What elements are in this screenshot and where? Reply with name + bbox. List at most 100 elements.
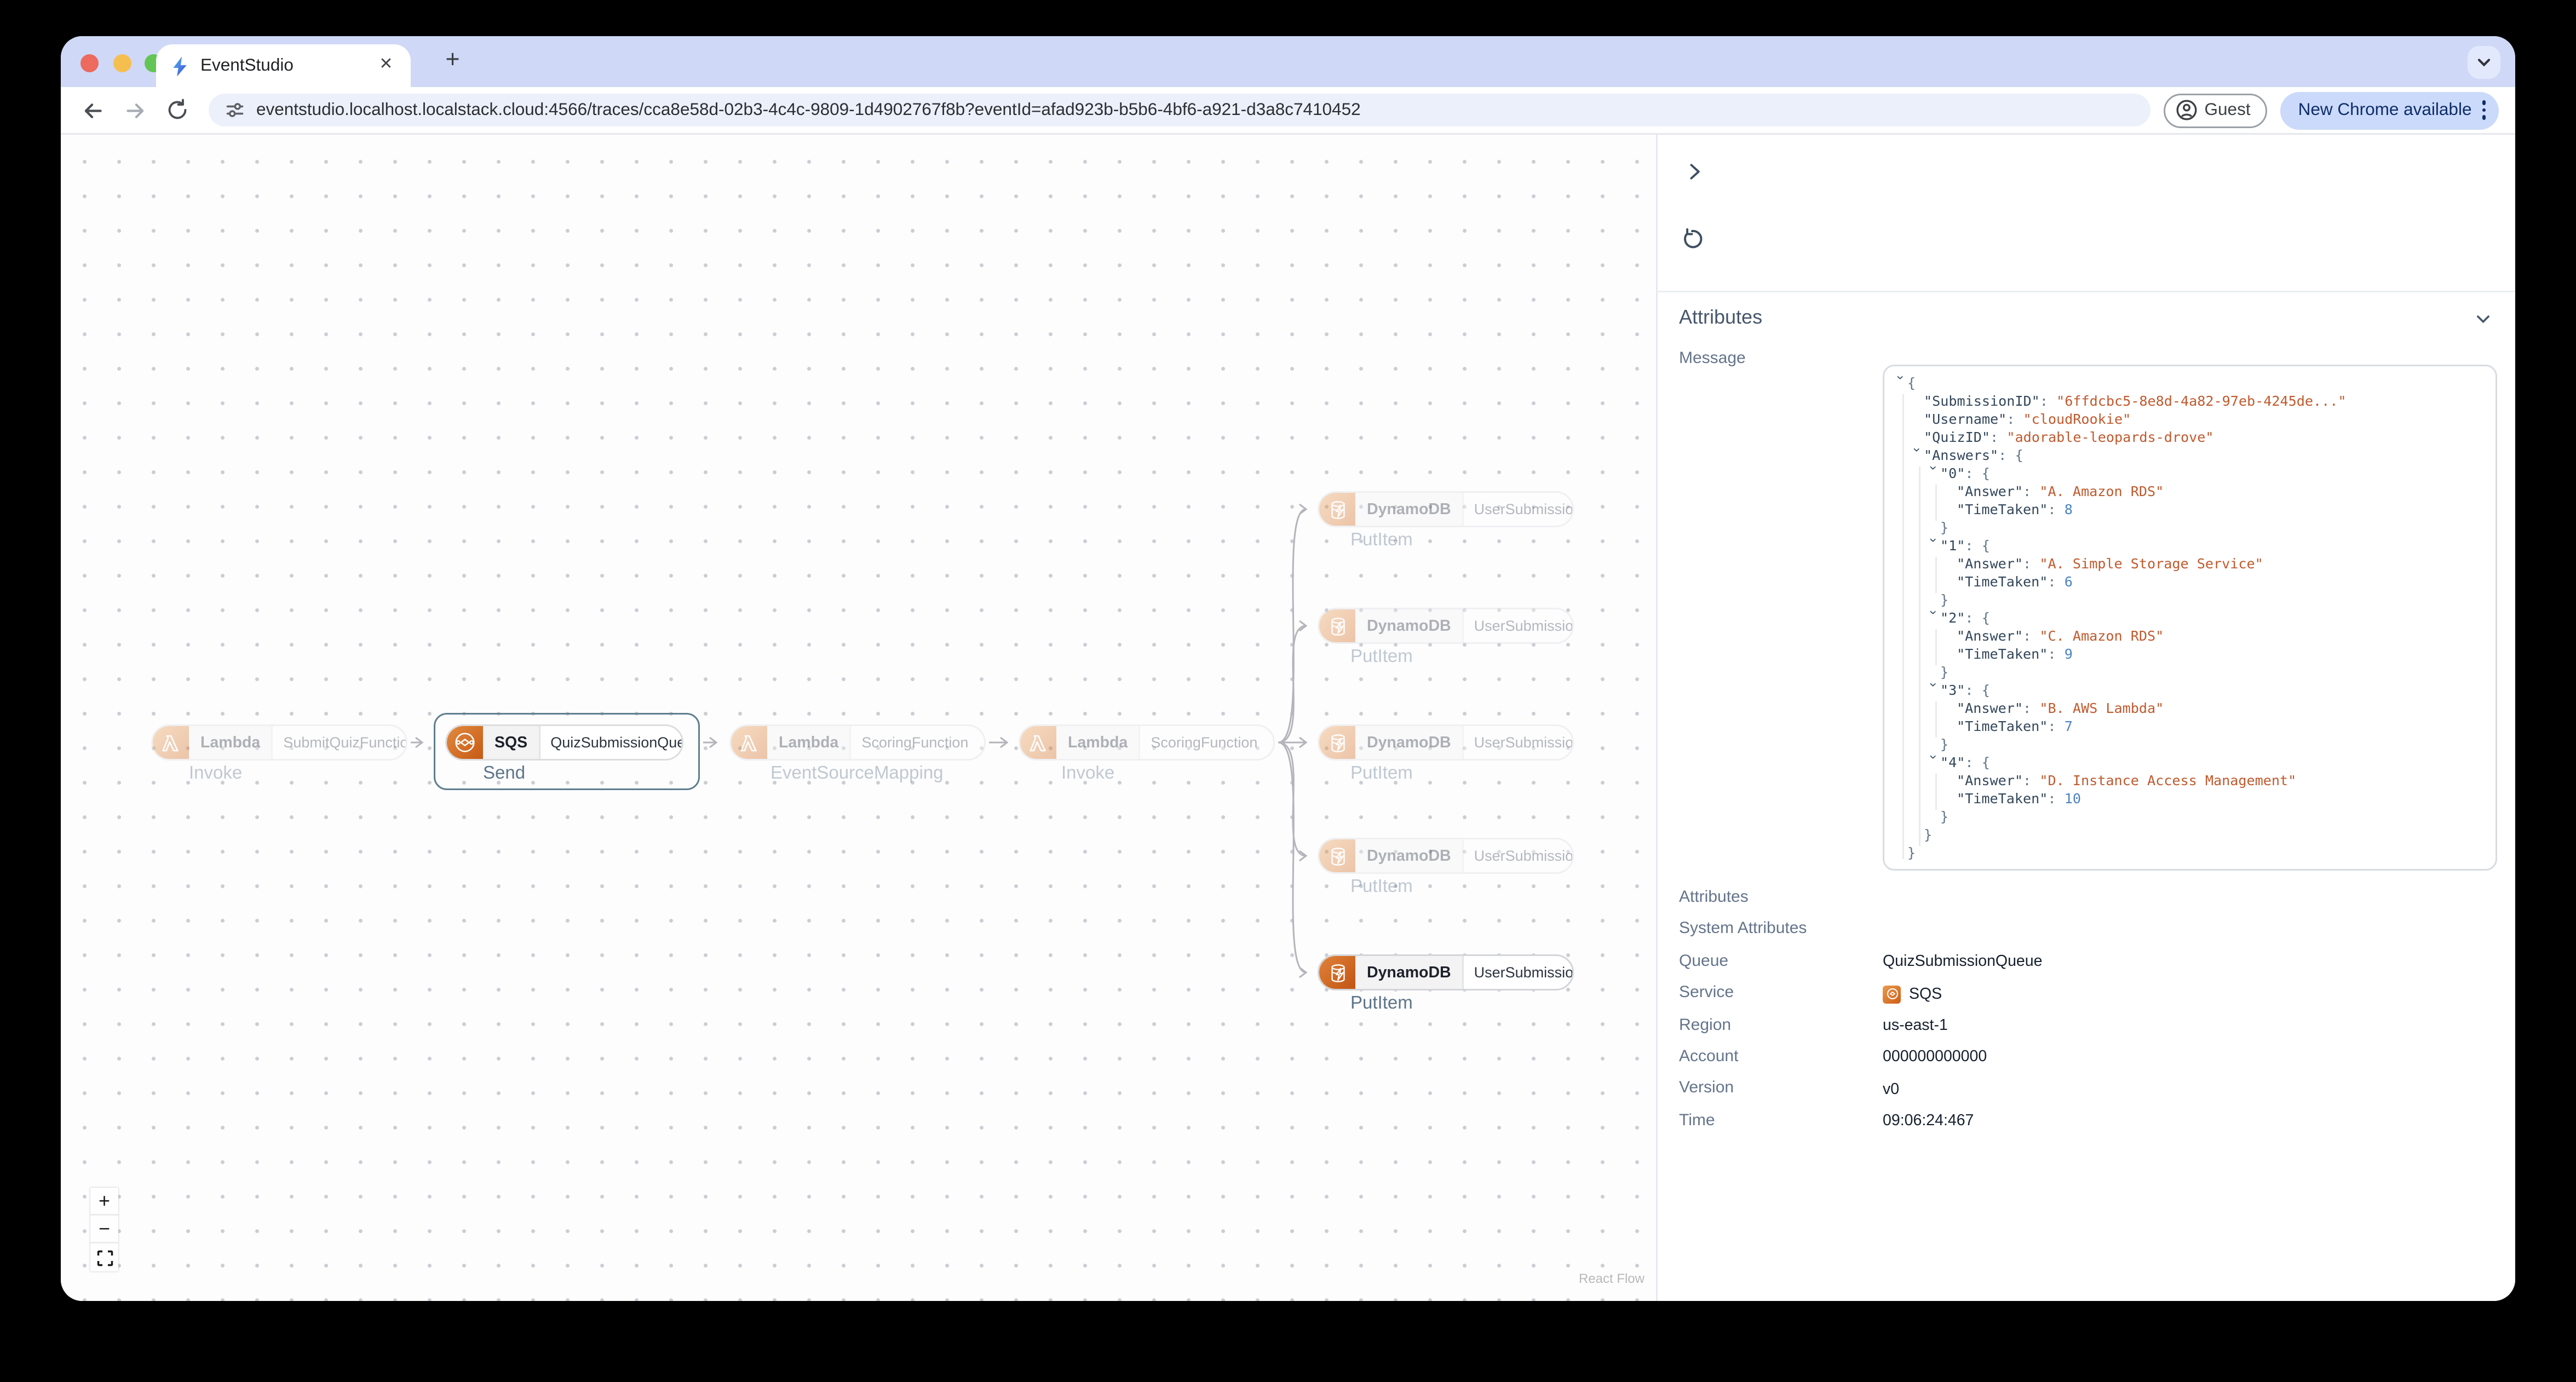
edge-operation-label: PutItem — [1350, 877, 1413, 897]
tab-strip: EventStudio ✕ + — [61, 36, 2515, 87]
flow-node-dynamodb-usersubmissions[interactable]: DynamoDB UserSubmissions — [1318, 724, 1574, 761]
node-resource-label: ScoringFunction — [861, 734, 969, 751]
edge-operation-label: PutItem — [1350, 647, 1413, 667]
lambda-icon — [731, 726, 767, 759]
react-flow-attribution[interactable]: React Flow — [1579, 1271, 1645, 1286]
json-collapse-toggle-icon[interactable]: › — [1925, 538, 1943, 551]
guest-label: Guest — [2204, 100, 2251, 120]
node-resource-label: UserSubmissions — [1474, 618, 1574, 634]
sqs-icon — [1883, 985, 1901, 1004]
edge-operation-label: Send — [483, 764, 526, 784]
attributes-section-header[interactable]: Attributes — [1679, 306, 1762, 329]
canvas-controls: + − — [90, 1188, 118, 1271]
edge-operation-label: PutItem — [1350, 994, 1413, 1014]
flow-node-dynamodb-usersubmissions-active[interactable]: DynamoDB UserSubmissions — [1318, 954, 1574, 991]
new-tab-button[interactable]: + — [437, 46, 468, 77]
tab-search-chevron-icon[interactable] — [2468, 46, 2500, 79]
json-collapse-toggle-icon[interactable]: › — [1925, 611, 1943, 624]
flow-node-dynamodb-usersubmissions[interactable]: DynamoDB UserSubmissions — [1318, 608, 1574, 644]
node-service-label: Lambda — [189, 726, 274, 759]
edge-operation-label: PutItem — [1350, 764, 1413, 784]
guest-profile-button[interactable]: Guest — [2163, 93, 2267, 128]
json-line: } — [1940, 519, 1949, 535]
close-window-button[interactable] — [81, 53, 99, 72]
flow-node-dynamodb-usersubmissions[interactable]: DynamoDB UserSubmissions — [1318, 838, 1574, 874]
reload-button[interactable] — [159, 92, 196, 128]
json-line: "Username": "cloudRookie" — [1924, 411, 2131, 427]
json-collapse-toggle-icon[interactable]: › — [1925, 683, 1943, 696]
json-line: } — [1940, 736, 1949, 752]
json-collapse-toggle-icon[interactable]: › — [1925, 755, 1943, 768]
back-button[interactable] — [74, 92, 110, 128]
flow-node-lambda-scoringfunction[interactable]: Lambda ScoringFunction — [729, 724, 986, 761]
node-service-label: DynamoDB — [1355, 493, 1464, 526]
edge-operation-label: EventSourceMapping — [771, 764, 944, 784]
chrome-update-button[interactable]: New Chrome available — [2280, 91, 2499, 129]
flow-node-sqs-quizsubmissionqueue[interactable]: SQS QuizSubmissionQueue — [445, 724, 683, 761]
tab-close-icon[interactable]: ✕ — [375, 54, 398, 77]
node-service-label: Lambda — [767, 726, 852, 759]
fit-view-button[interactable] — [90, 1243, 118, 1271]
flow-canvas[interactable]: Lambda SubmitQuizFunction Invoke SQS Qui… — [61, 135, 1656, 1301]
flow-node-lambda-submitquizfunction[interactable]: Lambda SubmitQuizFunction — [151, 724, 407, 761]
json-line: "QuizID": "adorable-leopards-drove" — [1924, 429, 2214, 445]
forward-button[interactable] — [117, 92, 153, 128]
json-line: "Answer": "A. Simple Storage Service" — [1957, 555, 2263, 572]
message-json: ›{"SubmissionID": "6ffdcbc5-8e8d-4a82-97… — [1883, 365, 2497, 871]
flow-node-dynamodb-usersubmissions[interactable]: DynamoDB UserSubmissions — [1318, 491, 1574, 527]
node-resource-label: UserSubmissions — [1474, 848, 1574, 864]
node-resource-label: ScoringFunction — [1151, 734, 1258, 751]
json-line: } — [1940, 664, 1949, 680]
zoom-in-button[interactable]: + — [90, 1188, 118, 1216]
node-service-label: DynamoDB — [1355, 956, 1464, 989]
json-line: "Answer": "C. Amazon RDS" — [1957, 627, 2164, 644]
site-settings-icon[interactable] — [225, 100, 245, 120]
account-row: Account 000000000000 — [1679, 1047, 1987, 1067]
json-line: ›"0": { — [1894, 465, 2486, 483]
guest-avatar-icon — [2176, 100, 2197, 120]
collapse-panel-button[interactable] — [1681, 158, 1707, 184]
lambda-icon — [153, 726, 189, 759]
json-line: "SubmissionID": "6ffdcbc5-8e8d-4a82-97eb… — [1924, 393, 2347, 409]
node-service-label: DynamoDB — [1355, 839, 1464, 872]
node-resource-label: UserSubmissions — [1474, 734, 1574, 751]
minimize-window-button[interactable] — [112, 53, 131, 72]
json-line: "TimeTaken": 8 — [1957, 501, 2073, 517]
system-attributes-row[interactable]: System Attributes — [1679, 920, 2496, 952]
attributes-row[interactable]: Attributes — [1679, 889, 2496, 920]
dynamodb-icon — [1319, 609, 1355, 642]
chevron-down-icon[interactable] — [2474, 310, 2492, 329]
edge-operation-label: Invoke — [1061, 764, 1115, 784]
edge-operation-label: PutItem — [1350, 531, 1413, 550]
json-line: } — [1907, 844, 1916, 861]
sqs-icon — [447, 726, 483, 759]
tab-eventstudio[interactable]: EventStudio ✕ — [156, 44, 411, 87]
url-text[interactable]: eventstudio.localhost.localstack.cloud:4… — [256, 100, 1361, 120]
json-collapse-toggle-icon[interactable]: › — [1925, 466, 1943, 479]
attribute-rows: Attributes System Attributes Queue QuizS… — [1679, 889, 2496, 1143]
json-line: "TimeTaken": 6 — [1957, 573, 2073, 590]
node-service-label: DynamoDB — [1355, 609, 1464, 642]
zoom-out-button[interactable]: − — [90, 1216, 118, 1243]
service-row: Service SQS — [1679, 984, 1942, 1004]
tab-title: EventStudio — [200, 56, 294, 76]
url-bar[interactable]: eventstudio.localhost.localstack.cloud:4… — [209, 94, 2150, 126]
kebab-menu-icon[interactable] — [2481, 100, 2486, 120]
queue-row: Queue QuizSubmissionQueue — [1679, 952, 2043, 971]
json-line: } — [1940, 808, 1949, 825]
json-line: } — [1924, 826, 1933, 843]
json-line: ›"2": { — [1894, 609, 2486, 627]
eventstudio-favicon — [173, 55, 187, 76]
refresh-button[interactable] — [1679, 227, 1705, 253]
json-collapse-toggle-icon[interactable]: › — [1908, 448, 1927, 461]
dynamodb-icon — [1319, 726, 1355, 759]
node-resource-label: QuizSubmissionQueue — [550, 734, 682, 751]
dynamodb-icon — [1319, 493, 1355, 526]
node-service-label: SQS — [483, 726, 541, 759]
flow-node-lambda-scoringfunction[interactable]: Lambda ScoringFunction — [1019, 724, 1275, 761]
message-label: Message — [1679, 350, 1746, 368]
node-resource-label: SubmitQuizFunction — [283, 734, 407, 751]
json-line: ›"Answers": { — [1894, 447, 2486, 465]
browser-window: EventStudio ✕ + eventstudio.localhost.lo… — [61, 36, 2515, 1301]
json-collapse-toggle-icon[interactable]: › — [1892, 376, 1910, 389]
